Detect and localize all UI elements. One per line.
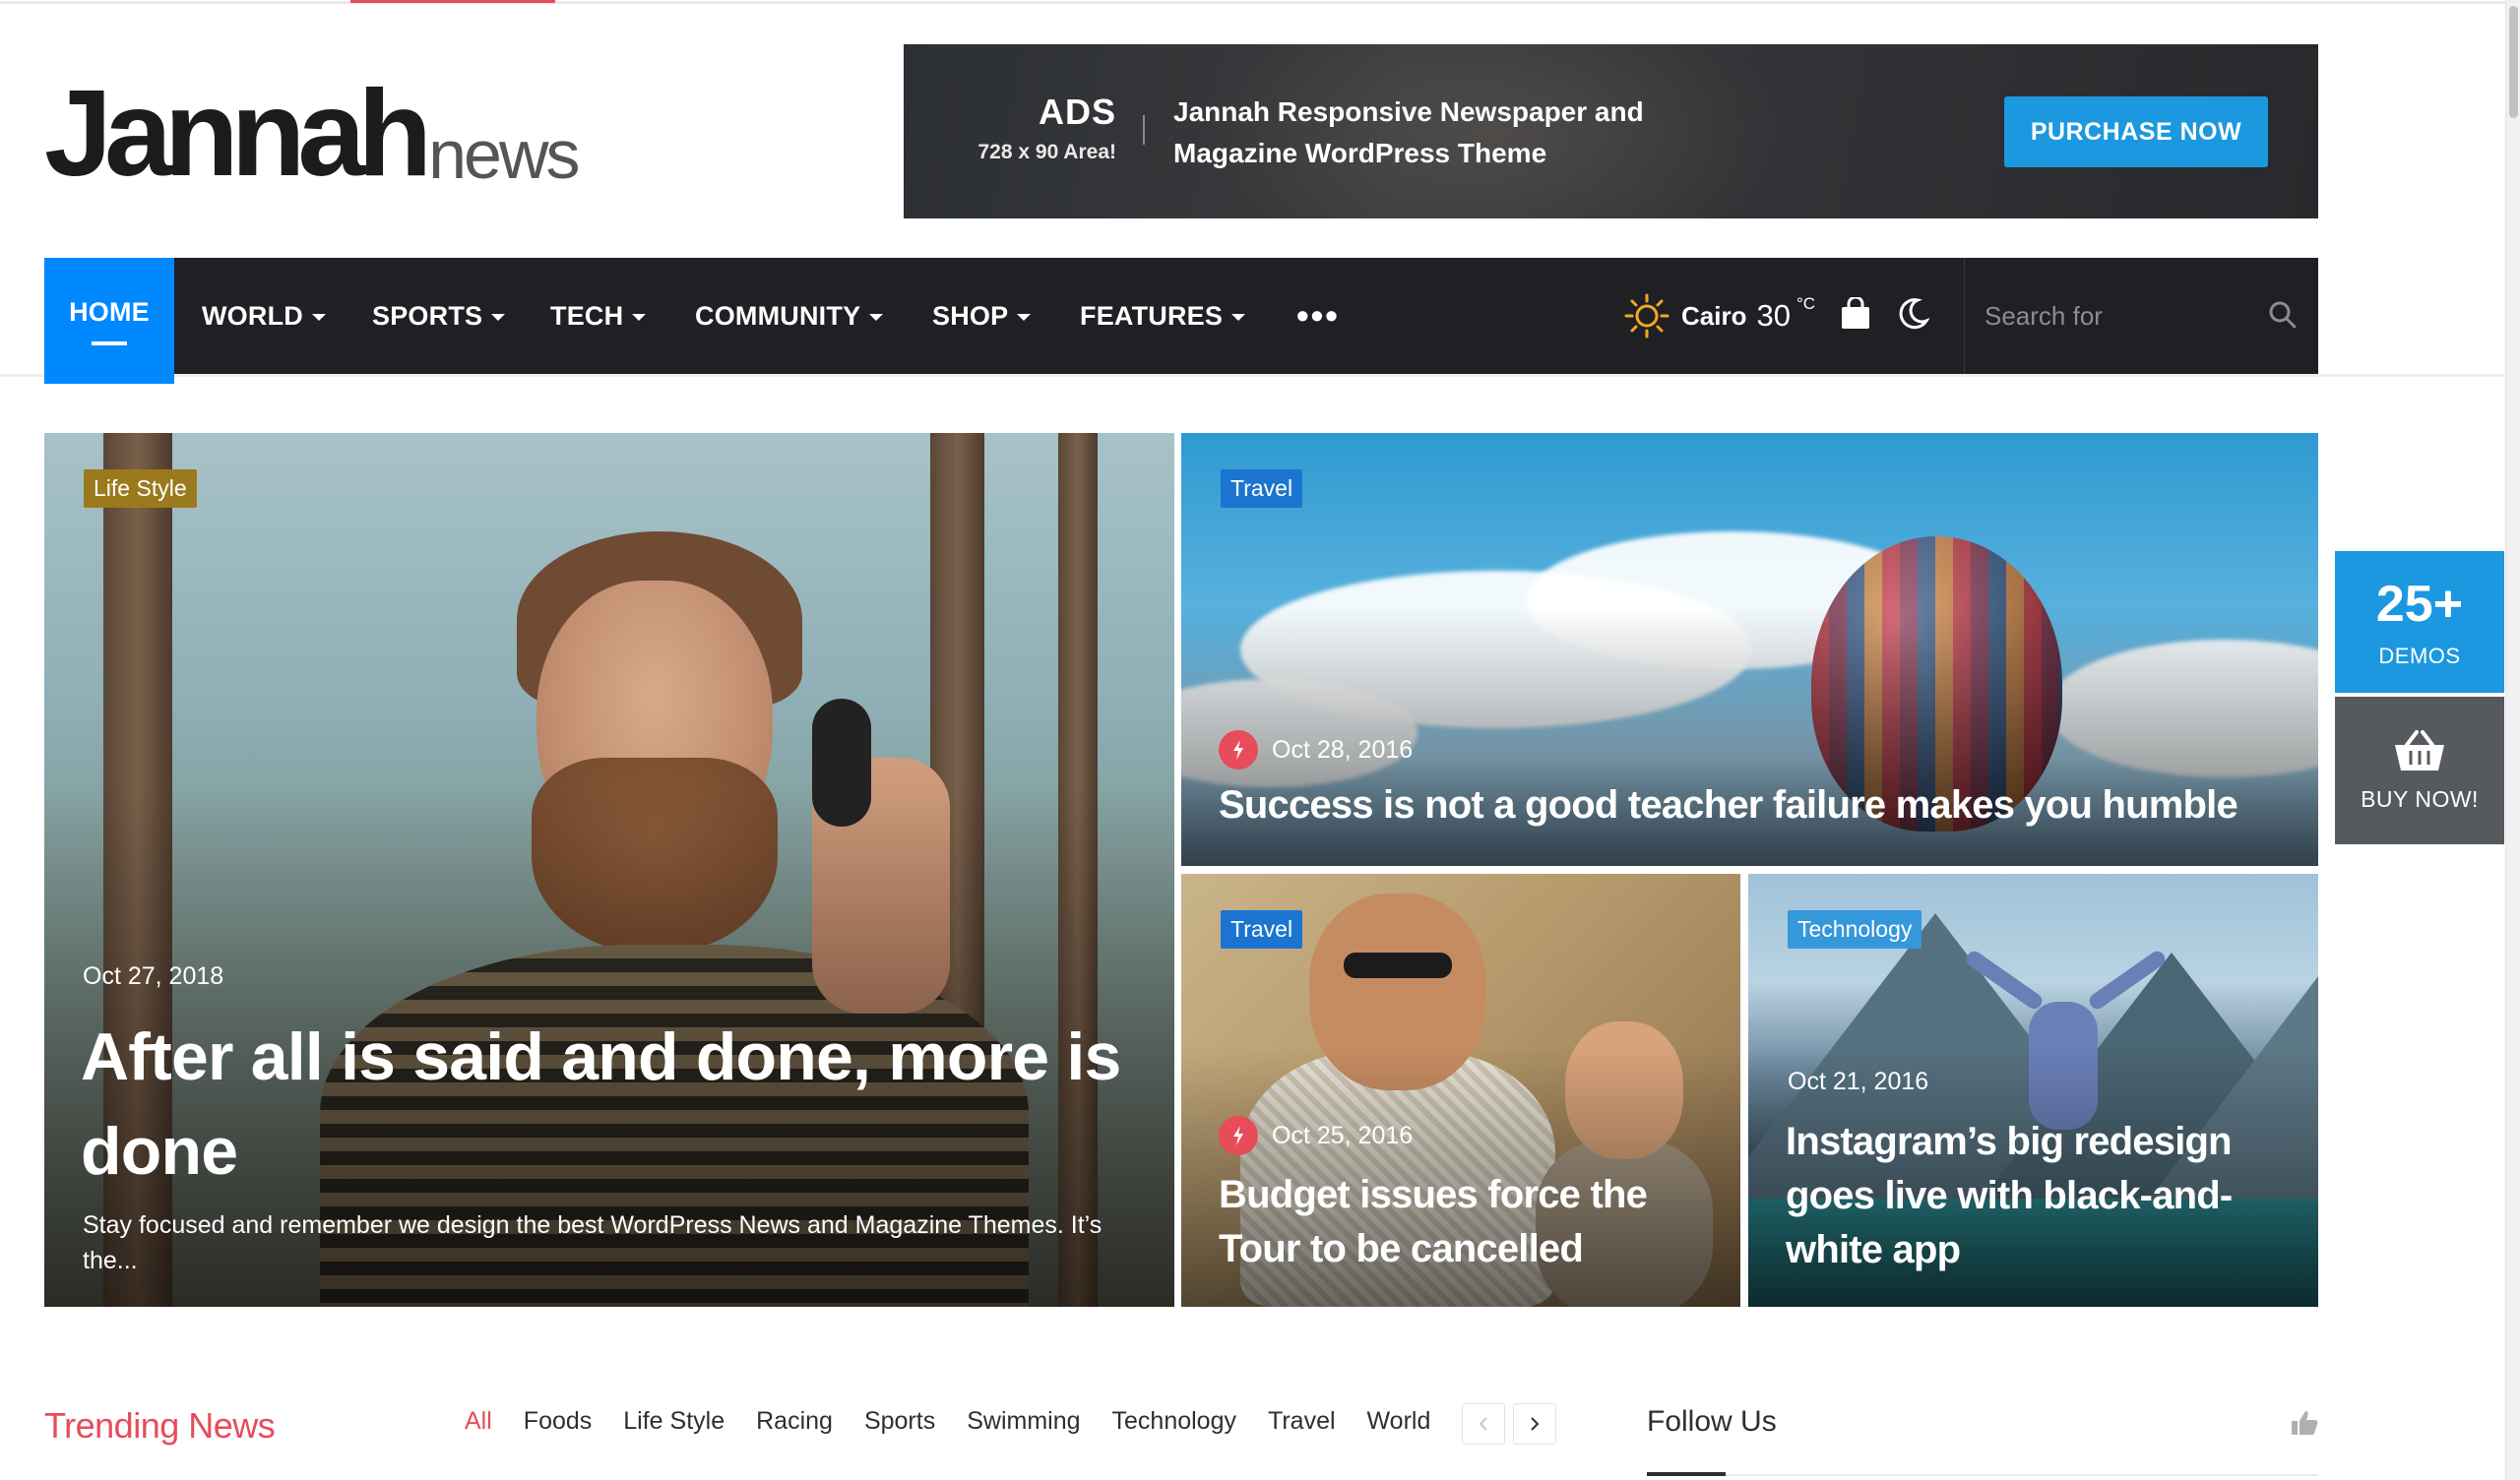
- tab-sports[interactable]: Sports: [864, 1407, 935, 1436]
- post-title[interactable]: Budget issues force the Tour to be cance…: [1219, 1168, 1721, 1276]
- caret-down-icon: [311, 313, 326, 321]
- ad-text-line1: Jannah Responsive Newspaper and: [1173, 96, 1644, 127]
- tab-life-style[interactable]: Life Style: [623, 1407, 724, 1436]
- nav-item-community[interactable]: COMMUNITY: [695, 258, 884, 374]
- chevron-right-icon: [1531, 1417, 1540, 1431]
- category-badge[interactable]: Travel: [1221, 469, 1303, 508]
- caret-down-icon: [1017, 313, 1032, 321]
- post-excerpt: Stay focused and remember we design the …: [83, 1211, 1102, 1274]
- caret-down-icon: [869, 313, 884, 321]
- dark-mode-moon-icon[interactable]: [1898, 297, 1929, 331]
- post-date: Oct 28, 2016: [1219, 730, 1413, 770]
- post-date: Oct 27, 2018: [83, 962, 223, 991]
- category-badge[interactable]: Life Style: [84, 469, 197, 508]
- nav-item-home[interactable]: HOME: [44, 258, 174, 384]
- thumbs-up-icon: [2292, 1411, 2318, 1435]
- follow-us-underline: [1647, 1472, 2318, 1476]
- demos-label: DEMOS: [2378, 644, 2461, 668]
- tab-racing[interactable]: Racing: [756, 1407, 833, 1436]
- ad-description: Jannah Responsive Newspaper and Magazine…: [1173, 92, 1764, 174]
- nav-item-features[interactable]: FEATURES: [1080, 258, 1246, 374]
- nav-label-home: HOME: [69, 296, 150, 327]
- tab-swimming[interactable]: Swimming: [967, 1407, 1080, 1436]
- ad-title: ADS: [1038, 92, 1116, 132]
- category-badge[interactable]: Travel: [1221, 910, 1303, 949]
- nav-label-features: FEATURES: [1080, 300, 1224, 331]
- post-date-text: Oct 27, 2018: [83, 962, 224, 990]
- search-icon[interactable]: [2267, 299, 2299, 331]
- logo-sub-text: news: [428, 116, 580, 193]
- nav-label-sports: SPORTS: [372, 300, 483, 331]
- ad-label-block: ADS 728 x 90 Area!: [959, 92, 1117, 164]
- ad-size: 728 x 90 Area!: [977, 141, 1117, 163]
- tab-world[interactable]: World: [1367, 1407, 1431, 1436]
- follow-us-title: Follow Us: [1647, 1405, 1777, 1438]
- tab-all[interactable]: All: [465, 1407, 492, 1436]
- site-logo[interactable]: Jannah news: [44, 66, 581, 203]
- ad-divider: [1143, 115, 1145, 145]
- caret-down-icon: [632, 313, 647, 321]
- active-underline: [92, 340, 127, 345]
- hero-post-balloon[interactable]: Travel Oct 28, 2016 Success is not a goo…: [1181, 433, 2318, 866]
- trending-news-title: Trending News: [44, 1405, 276, 1446]
- chevron-left-icon: [1479, 1417, 1487, 1431]
- nav-shadow: [0, 374, 2505, 377]
- category-badge[interactable]: Technology: [1788, 910, 1922, 949]
- page-scrollbar[interactable]: [2505, 0, 2520, 1480]
- top-border: [0, 0, 2505, 4]
- post-date-text: Oct 28, 2016: [1272, 735, 1414, 764]
- post-title[interactable]: Success is not a good teacher failure ma…: [1219, 779, 2282, 831]
- hero-post-main[interactable]: Life Style Oct 27, 2018 After all is sai…: [44, 433, 1174, 1307]
- nav-more-button[interactable]: •••: [1296, 258, 1340, 374]
- nav-item-shop[interactable]: SHOP: [932, 258, 1032, 374]
- nav-label-world: WORLD: [202, 300, 303, 331]
- weather-widget: Cairo 30 °C: [1624, 258, 1815, 374]
- hero-post-instagram[interactable]: Technology Oct 21, 2016 Instagram’s big …: [1748, 874, 2318, 1307]
- weather-unit: °C: [1796, 294, 1816, 313]
- header-ad-banner[interactable]: ADS 728 x 90 Area! Jannah Responsive New…: [904, 44, 2318, 218]
- post-date: Oct 25, 2016: [1219, 1116, 1413, 1155]
- sun-icon: [1624, 293, 1670, 339]
- nav-item-tech[interactable]: TECH: [550, 258, 647, 374]
- trending-flash-icon: [1219, 1116, 1258, 1155]
- tab-travel[interactable]: Travel: [1268, 1407, 1336, 1436]
- post-date-text: Oct 21, 2016: [1788, 1068, 1929, 1095]
- caret-down-icon: [1231, 313, 1246, 321]
- nav-label-community: COMMUNITY: [695, 300, 861, 331]
- post-title[interactable]: Instagram’s big redesign goes live with …: [1786, 1115, 2298, 1277]
- top-accent-bar: [350, 0, 555, 3]
- follow-us-accent: [1647, 1472, 1726, 1476]
- tab-technology[interactable]: Technology: [1112, 1407, 1236, 1436]
- prev-page-button[interactable]: [1462, 1403, 1505, 1445]
- basket-icon: [2395, 729, 2444, 771]
- hero-post-tour[interactable]: Travel Oct 25, 2016 Budget issues force …: [1181, 874, 1740, 1307]
- search-box: [1964, 258, 2318, 374]
- logo-main-text: Jannah: [44, 66, 432, 203]
- demos-count: 25+: [2375, 576, 2464, 633]
- purchase-now-button[interactable]: PURCHASE NOW: [2004, 96, 2268, 167]
- nav-label-tech: TECH: [550, 300, 624, 331]
- post-title[interactable]: After all is said and done, more is done: [81, 1010, 1144, 1199]
- ad-text-line2: Magazine WordPress Theme: [1173, 138, 1547, 168]
- shopping-bag-icon[interactable]: [1840, 297, 1871, 331]
- tab-foods[interactable]: Foods: [524, 1407, 592, 1436]
- weather-city: Cairo: [1681, 300, 1747, 331]
- caret-down-icon: [491, 313, 506, 321]
- nav-item-world[interactable]: WORLD: [202, 258, 326, 374]
- scrollbar-thumb[interactable]: [2509, 6, 2518, 118]
- demos-widget[interactable]: 25+ DEMOS: [2335, 551, 2504, 693]
- next-page-button[interactable]: [1513, 1403, 1556, 1445]
- trending-flash-icon: [1219, 730, 1258, 770]
- main-navigation: HOME WORLD SPORTS TECH COMMUNITY SHOP FE…: [44, 258, 2318, 384]
- nav-item-sports[interactable]: SPORTS: [372, 258, 506, 374]
- nav-label-shop: SHOP: [932, 300, 1009, 331]
- post-date: Oct 21, 2016: [1788, 1068, 1928, 1096]
- buy-now-widget[interactable]: BUY NOW!: [2335, 697, 2504, 844]
- weather-temp: 30: [1756, 298, 1791, 333]
- trending-category-tabs: All Foods Life Style Racing Sports Swimm…: [465, 1407, 1462, 1436]
- post-date-text: Oct 25, 2016: [1272, 1121, 1414, 1149]
- buy-now-label: BUY NOW!: [2361, 785, 2479, 812]
- search-input[interactable]: [1984, 300, 2260, 332]
